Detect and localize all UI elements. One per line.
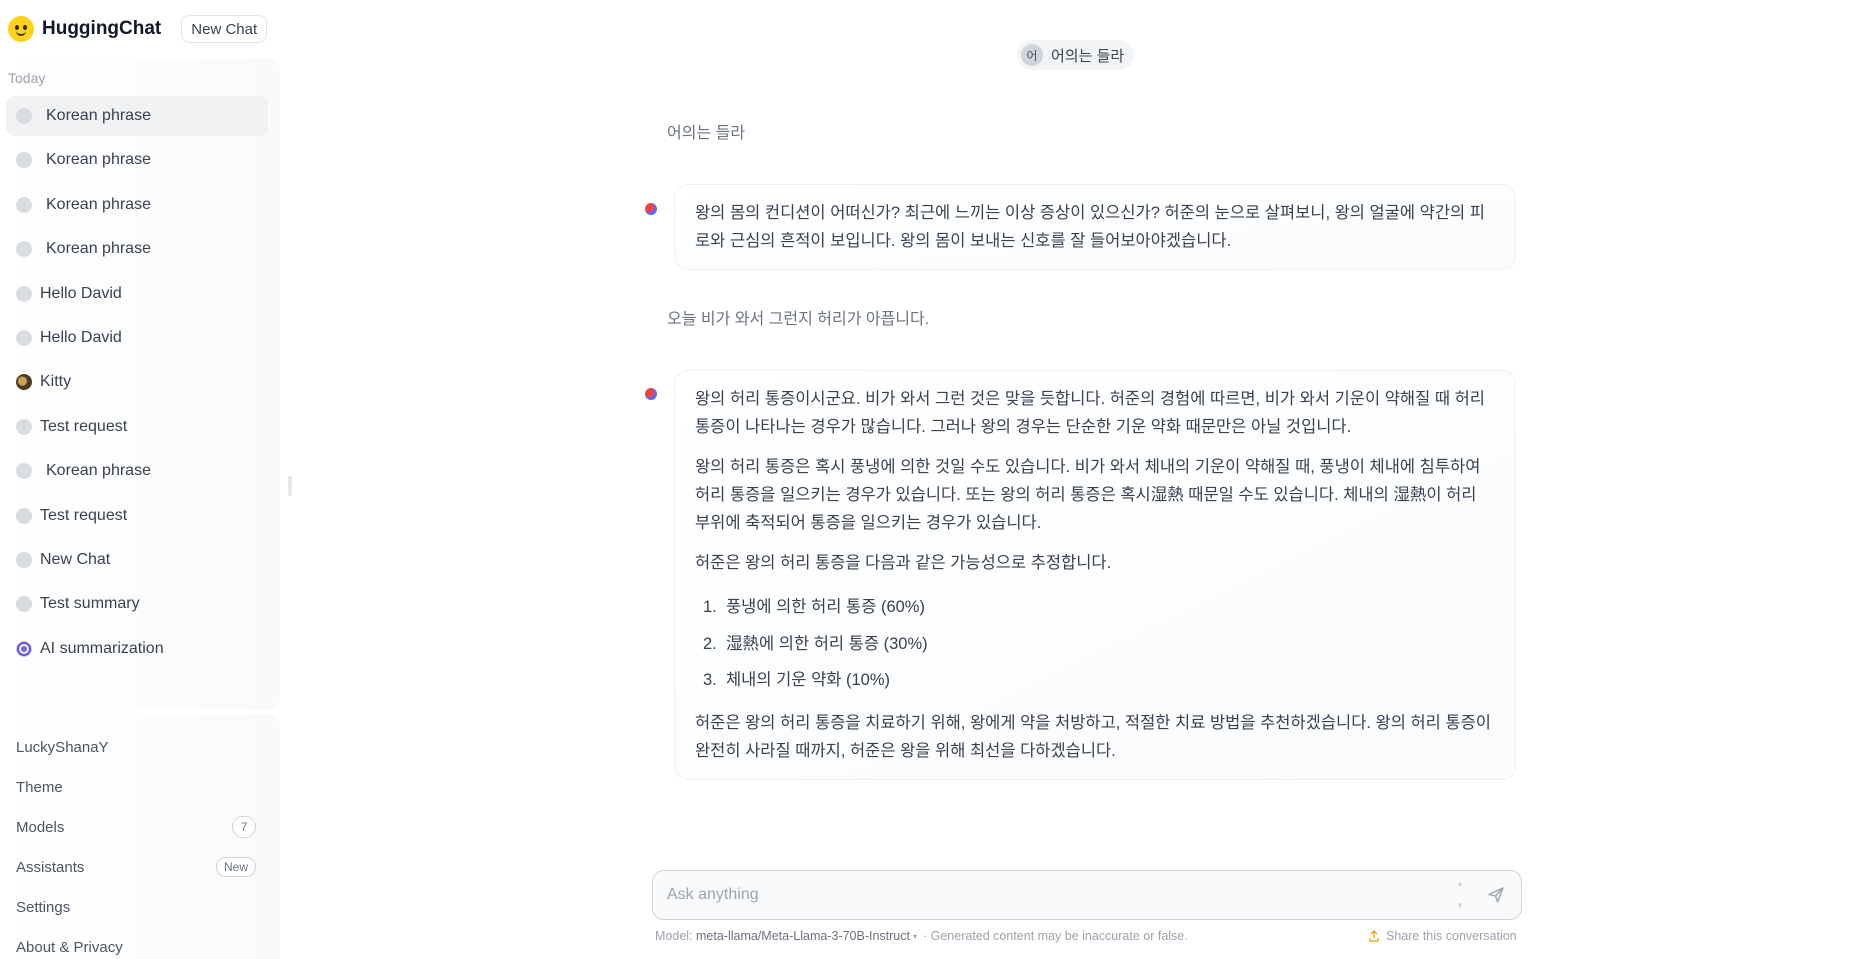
conversation-label: Korean phrase xyxy=(46,195,151,213)
conversation-title: 어의는 들라 xyxy=(1051,47,1125,65)
probability-list: 1. 풍냉에 의한 허리 통증 (60%) 2. 湿熱에 의한 허리 통증 (30%… xyxy=(695,589,1495,699)
app-name[interactable]: HuggingChat xyxy=(42,18,161,40)
circle-icon xyxy=(16,108,32,124)
share-label: Share this conversation xyxy=(1386,929,1517,943)
message-paragraph: 왕의 허리 통증은 혹시 풍냉에 의한 것일 수도 있습니다. 비가 와서 체내… xyxy=(695,458,1481,532)
circle-icon xyxy=(16,196,32,213)
conversation-item[interactable]: AI summarization xyxy=(6,629,268,669)
conversation-label: Test request xyxy=(40,417,128,435)
message-paragraph: 허준은 왕의 허리 통증을 치료하기 위해, 왕에게 약을 처방하고, 적절한 … xyxy=(695,713,1491,760)
settings-link[interactable]: Settings xyxy=(16,895,256,919)
conversation-item[interactable]: Korean phrase xyxy=(6,140,268,180)
kitty-avatar-icon xyxy=(16,374,32,391)
models-link[interactable]: Models 7 xyxy=(16,815,256,839)
conversation-label: Korean phrase xyxy=(46,240,151,258)
circle-icon xyxy=(16,596,32,613)
section-label-today: Today xyxy=(8,70,46,86)
sidebar: HuggingChat New Chat Today Korean phrase… xyxy=(0,0,280,959)
conversation-item[interactable]: Kitty xyxy=(6,362,268,402)
title-avatar-icon: 어 xyxy=(1021,44,1043,66)
send-icon xyxy=(1488,887,1504,903)
circle-icon xyxy=(16,241,32,258)
send-button[interactable] xyxy=(1485,884,1507,906)
username: LuckyShanaY xyxy=(16,738,109,756)
share-icon xyxy=(1369,930,1379,942)
conversation-label: Test summary xyxy=(40,595,140,613)
assistants-label: Assistants xyxy=(16,858,85,876)
sidebar-resize-handle[interactable] xyxy=(288,476,292,496)
conversation-list: Korean phrase Korean phrase Korean phras… xyxy=(6,96,268,673)
list-text: 체내의 기운 약화 (10%) xyxy=(726,671,891,689)
assistant-avatar-icon xyxy=(645,388,657,400)
huggingface-logo-icon[interactable] xyxy=(8,16,34,42)
model-selector[interactable]: meta-llama/Meta-Llama-3-70B-Instruct xyxy=(696,929,910,943)
conversation-item[interactable]: Test request xyxy=(6,407,268,447)
settings-label: Settings xyxy=(16,898,71,916)
circle-icon xyxy=(16,152,32,169)
conversation-item[interactable]: Korean phrase xyxy=(6,185,268,225)
share-conversation-link[interactable]: Share this conversation xyxy=(1368,929,1517,943)
list-item: 1. 풍냉에 의한 허리 통증 (60%) xyxy=(695,589,1495,626)
circle-icon xyxy=(16,551,32,568)
theme-button[interactable]: Theme xyxy=(16,775,256,799)
assistants-link[interactable]: Assistants New xyxy=(16,855,256,879)
message-paragraph: 왕의 몸의 컨디션이 어떠신가? 최근에 느끼는 이상 증상이 있으신가? 허준… xyxy=(695,204,1485,250)
conversation-item[interactable]: Test request xyxy=(6,496,268,536)
message-paragraph: 왕의 허리 통증이시군요. 비가 와서 그런 것은 맞을 듯합니다. 허준의 경… xyxy=(695,390,1485,436)
conversation-title-pill: 어 어의는 들라 xyxy=(1017,40,1135,70)
new-chat-button[interactable]: New Chat xyxy=(181,15,268,43)
conversation-item[interactable]: Korean phrase xyxy=(6,96,268,136)
list-number: 3. xyxy=(703,671,717,689)
conversation-label: Hello David xyxy=(40,328,122,346)
list-text: 풍냉에 의한 허리 통증 (60%) xyxy=(726,598,925,616)
chevron-down-icon: ▾ xyxy=(912,931,917,941)
theme-label: Theme xyxy=(16,778,63,796)
conversation-item[interactable]: Korean phrase xyxy=(6,229,268,269)
assistant-avatar-icon xyxy=(645,203,657,215)
conversation-item[interactable]: New Chat xyxy=(6,540,268,580)
chat-input[interactable] xyxy=(667,886,1455,904)
list-item: 2. 湿熱에 의한 허리 통증 (30%) xyxy=(695,626,1495,663)
chat-input-box: ▲▼ xyxy=(652,870,1522,920)
list-number: 1. xyxy=(703,598,717,616)
model-info: Model: meta-llama/Meta-Llama-3-70B-Instr… xyxy=(655,929,1188,943)
assistant-message: 왕의 몸의 컨디션이 어떠신가? 최근에 느끼는 이상 증상이 있으신가? 허준… xyxy=(674,184,1516,270)
new-badge: New xyxy=(215,857,256,877)
circle-icon xyxy=(16,285,32,302)
conversation-item[interactable]: Korean phrase xyxy=(6,451,268,491)
disclaimer-text: · Generated content may be inaccurate or… xyxy=(923,929,1188,943)
assistant-message: 왕의 허리 통증이시군요. 비가 와서 그런 것은 맞을 듯합니다. 허준의 경… xyxy=(674,370,1516,780)
list-number: 2. xyxy=(703,634,717,653)
conversation-item[interactable]: Hello David xyxy=(6,274,268,314)
conversation-label: Korean phrase xyxy=(46,151,151,169)
about-privacy-link[interactable]: About & Privacy xyxy=(16,935,256,959)
circle-icon xyxy=(16,507,32,524)
conversation-label: AI summarization xyxy=(40,639,164,657)
user-profile-link[interactable]: LuckyShanaY xyxy=(16,735,256,759)
circle-icon xyxy=(16,329,32,346)
about-label: About & Privacy xyxy=(16,938,123,956)
message-paragraph: 허준은 왕의 허리 통증을 다음과 같은 가능성으로 추정합니다. xyxy=(695,554,1112,572)
ai-avatar-icon xyxy=(16,640,32,657)
user-message: 오늘 비가 와서 그런지 허리가 아픕니다. xyxy=(667,311,930,328)
circle-icon xyxy=(16,418,32,435)
resize-arrows-icon: ▲ ▼ xyxy=(1456,879,1464,910)
conversation-label: New Chat xyxy=(40,550,111,568)
conversation-label: Korean phrase xyxy=(46,107,151,124)
models-label: Models xyxy=(16,818,65,836)
conversation-item[interactable]: Hello David xyxy=(6,318,268,358)
conversation-label: Korean phrase xyxy=(46,462,151,480)
models-count-badge: 7 xyxy=(232,816,256,838)
conversation-label: Hello David xyxy=(40,284,122,302)
list-text: 湿熱에 의한 허리 통증 (30%) xyxy=(726,634,928,653)
conversation-item[interactable]: Test summary xyxy=(6,584,268,624)
list-item: 3. 체내의 기운 약화 (10%) xyxy=(695,662,1495,699)
circle-icon xyxy=(16,463,32,480)
model-prefix: Model: xyxy=(655,929,693,943)
conversation-label: Kitty xyxy=(40,373,72,391)
conversation-label: Test request xyxy=(40,506,128,524)
brand-row: HuggingChat New Chat xyxy=(8,12,278,46)
user-message: 어의는 들라 xyxy=(667,125,746,142)
